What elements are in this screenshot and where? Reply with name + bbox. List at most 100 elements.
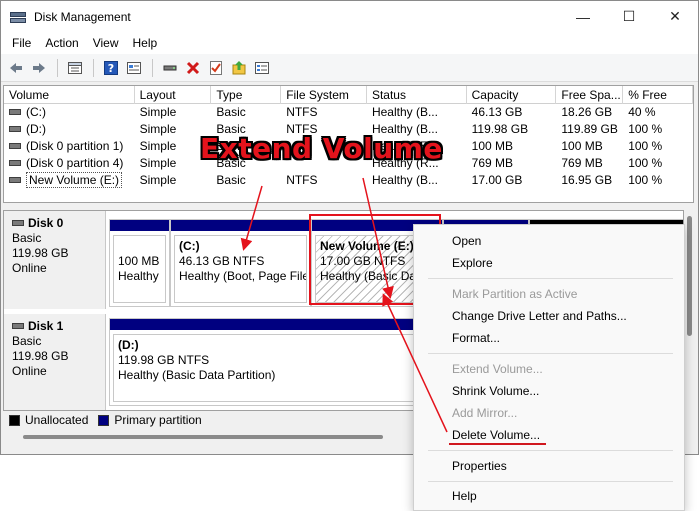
volume-percent-free: 100 % bbox=[628, 173, 663, 187]
volume-capacity: 100 MB bbox=[471, 139, 513, 153]
drive-icon bbox=[9, 142, 21, 149]
properties-icon[interactable] bbox=[123, 57, 145, 79]
menu-item-help[interactable]: Help bbox=[452, 486, 477, 506]
drive-icon bbox=[9, 176, 21, 183]
annotation-callout: Extend Volume bbox=[200, 132, 443, 165]
legend-label: Primary partition bbox=[114, 413, 202, 427]
menu-file[interactable]: File bbox=[5, 36, 38, 50]
menu-item-change-drive-letter[interactable]: Change Drive Letter and Paths... bbox=[452, 306, 627, 326]
column-header-capacity[interactable]: Capacity bbox=[467, 86, 557, 104]
drive-icon bbox=[9, 108, 21, 115]
volume-capacity: 769 MB bbox=[471, 156, 513, 170]
toolbar-separator bbox=[93, 58, 94, 77]
close-button[interactable]: ✕ bbox=[652, 1, 698, 32]
volume-capacity: 17.00 GB bbox=[471, 173, 523, 187]
volume-free-space: 16.95 GB bbox=[561, 173, 613, 187]
partition-name: (C:) bbox=[179, 239, 200, 253]
volume-row-selected[interactable]: New Volume (E:) Simple Basic NTFS Health… bbox=[4, 172, 693, 189]
volume-name: (D:) bbox=[26, 122, 46, 136]
disk-name: Disk 0 bbox=[28, 216, 64, 230]
partition-c[interactable]: (C:) 46.13 GB NTFS Healthy (Boot, Page F… bbox=[170, 219, 311, 307]
legend-swatch-primary bbox=[98, 414, 110, 426]
column-header-volume[interactable]: Volume bbox=[4, 86, 135, 104]
volume-free-space: 119.89 GB bbox=[561, 122, 618, 136]
menu-item-add-mirror: Add Mirror... bbox=[452, 406, 518, 420]
disk-name: Disk 1 bbox=[28, 319, 64, 333]
disk-management-app-icon bbox=[10, 9, 26, 25]
volume-layout: Simple bbox=[139, 173, 177, 187]
disk-list-icon[interactable] bbox=[64, 57, 86, 79]
toolbar: ? bbox=[1, 54, 698, 82]
partition-status: Healthy (Boot, Page File, bbox=[179, 269, 307, 283]
title-bar: Disk Management — ☐ ✕ bbox=[1, 1, 698, 32]
drive-icon bbox=[12, 219, 24, 226]
window-controls: — ☐ ✕ bbox=[560, 1, 698, 32]
menu-item-properties[interactable]: Properties bbox=[452, 456, 507, 476]
connect-icon[interactable] bbox=[159, 57, 181, 79]
partition-size: 46.13 GB NTFS bbox=[179, 254, 265, 268]
column-header-status[interactable]: Status bbox=[367, 86, 467, 104]
context-menu: Open Explore Mark Partition as Active Ch… bbox=[413, 224, 685, 511]
volume-percent-free: 40 % bbox=[628, 105, 656, 119]
drive-icon bbox=[12, 322, 24, 329]
legend-swatch-unallocated bbox=[9, 414, 20, 426]
menu-item-format[interactable]: Format... bbox=[452, 328, 500, 348]
volume-name: (Disk 0 partition 1) bbox=[26, 139, 124, 153]
maximize-button[interactable]: ☐ bbox=[606, 1, 652, 32]
partition-disk0-1[interactable]: 100 MB Healthy bbox=[109, 219, 170, 307]
delete-volume-underline bbox=[449, 443, 546, 445]
back-icon[interactable] bbox=[5, 57, 27, 79]
volume-free-space: 769 MB bbox=[561, 156, 603, 170]
vertical-scrollbar[interactable] bbox=[684, 210, 696, 411]
menu-help[interactable]: Help bbox=[126, 36, 165, 50]
menu-separator bbox=[428, 450, 673, 451]
volume-file-system: NTFS bbox=[286, 173, 318, 187]
volume-type: Basic bbox=[216, 173, 246, 187]
disk-state: Online bbox=[12, 364, 47, 378]
column-header-type[interactable]: Type bbox=[211, 86, 282, 104]
settings-icon[interactable] bbox=[251, 57, 273, 79]
forward-icon[interactable] bbox=[28, 57, 50, 79]
volume-free-space: 100 MB bbox=[561, 139, 603, 153]
volume-percent-free: 100 % bbox=[628, 139, 663, 153]
upload-icon[interactable] bbox=[228, 57, 250, 79]
menu-item-delete-volume[interactable]: Delete Volume... bbox=[452, 425, 540, 445]
check-icon[interactable] bbox=[205, 57, 227, 79]
volume-percent-free: 100 % bbox=[628, 156, 663, 170]
delete-icon[interactable] bbox=[182, 57, 204, 79]
volume-free-space: 18.26 GB bbox=[561, 105, 613, 119]
disk-state: Online bbox=[12, 261, 47, 275]
menu-item-explore[interactable]: Explore bbox=[452, 253, 493, 273]
disk-0-label[interactable]: Disk 0 Basic 119.98 GB Online bbox=[4, 211, 106, 309]
disk-size: 119.98 GB bbox=[12, 246, 69, 260]
window-title: Disk Management bbox=[34, 9, 131, 24]
menu-action[interactable]: Action bbox=[38, 36, 85, 50]
drive-icon bbox=[9, 159, 21, 166]
scrollbar-thumb[interactable] bbox=[23, 435, 383, 439]
volume-capacity: 46.13 GB bbox=[471, 105, 523, 119]
volume-type: Basic bbox=[216, 105, 246, 119]
column-header-file-system[interactable]: File System bbox=[281, 86, 367, 104]
column-header-free-space[interactable]: Free Spa... bbox=[556, 86, 624, 104]
disk-1-label[interactable]: Disk 1 Basic 119.98 GB Online bbox=[4, 314, 106, 410]
disk-type: Basic bbox=[12, 334, 42, 348]
svg-text:?: ? bbox=[108, 62, 114, 75]
volume-file-system: NTFS bbox=[286, 105, 318, 119]
help-icon[interactable]: ? bbox=[100, 57, 122, 79]
menu-view[interactable]: View bbox=[86, 36, 126, 50]
column-header-layout[interactable]: Layout bbox=[135, 86, 212, 104]
menu-item-mark-active: Mark Partition as Active bbox=[452, 287, 578, 301]
scrollbar-thumb[interactable] bbox=[687, 216, 692, 336]
volume-row[interactable]: (C:) Simple Basic NTFS Healthy (B... 46.… bbox=[4, 104, 693, 121]
menu-item-shrink-volume[interactable]: Shrink Volume... bbox=[452, 381, 539, 401]
disk-type: Basic bbox=[12, 231, 42, 245]
volume-name: New Volume (E:) bbox=[26, 172, 123, 188]
volume-status: Healthy (B... bbox=[371, 173, 438, 187]
minimize-button[interactable]: — bbox=[560, 1, 606, 32]
column-header-percent-free[interactable]: % Free bbox=[623, 86, 693, 104]
menu-separator bbox=[428, 353, 673, 354]
partition-size: 100 MB bbox=[118, 254, 160, 268]
toolbar-separator bbox=[152, 58, 153, 77]
menu-item-open[interactable]: Open bbox=[452, 231, 481, 251]
volume-name: (Disk 0 partition 4) bbox=[26, 156, 124, 170]
